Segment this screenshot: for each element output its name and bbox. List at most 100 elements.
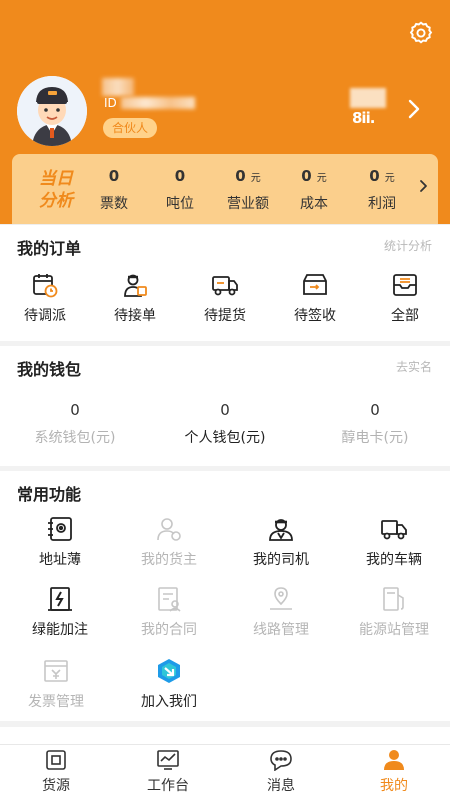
stat-tonnage: 0 吨位 [150,166,210,213]
stat-cost: 0 元 成本 [284,166,344,213]
invoice-icon [44,660,68,682]
role-badge: 合伙人 [103,118,158,138]
fn-invoice-management[interactable]: 发票管理 [0,657,112,711]
stat-unit: 元 [384,173,395,184]
message-icon [270,750,292,771]
order-pending-pickup[interactable]: 待提货 [185,271,265,325]
fn-join-us[interactable]: 加入我们 [113,657,225,711]
inbox-icon [393,274,417,296]
fn-label: 我的货主 [141,552,197,568]
stat-label: 营业额 [227,196,269,212]
fn-green-energy[interactable]: 绿能加注 [4,585,116,639]
profile-header: ID 合伙人 8ii. 当日分析 0 票数 0 吨位 0 元 营业额 0 元 成… [0,0,450,232]
user-name-redacted [102,78,134,96]
order-label: 待提货 [204,308,246,324]
stat-profit: 0 元 利润 [352,166,412,213]
driver-icon [269,519,293,541]
personal-wallet[interactable]: 0 个人钱包(元) [150,401,300,447]
tab-messages[interactable]: 消息 [225,749,337,795]
fn-label: 地址薄 [39,552,81,568]
stat-value: 0 [369,167,380,185]
wallet-value: 0 [220,401,230,419]
green-energy-icon [48,587,72,611]
fn-label: 绿能加注 [32,622,88,638]
orders-title: 我的订单 [17,239,82,258]
user-id-redacted [120,97,195,109]
order-pending-accept[interactable]: 待接单 [95,271,175,325]
order-all[interactable]: 全部 [365,271,445,325]
stat-value: 0 [108,167,120,185]
stat-value: 0 [235,167,246,185]
my-wallet-card: 我的钱包 去实名 0 系统钱包(元) 0 个人钱包(元) 0 醇电卡(元) [0,346,450,466]
stat-label: 吨位 [166,196,194,212]
route-icon [270,587,292,610]
tab-workbench[interactable]: 工作台 [112,749,224,795]
fn-label: 我的合同 [141,622,197,638]
stat-revenue: 0 元 营业额 [218,166,278,213]
order-pending-dispatch[interactable]: 待调派 [5,271,85,325]
daily-stats-title: 当日分析 [39,169,73,211]
functions-title: 常用功能 [17,485,82,504]
fn-label: 加入我们 [141,694,197,710]
qr-code-redacted[interactable]: 8ii. [350,88,388,127]
wallet-label: 个人钱包(元) [184,430,266,446]
user-id: ID [104,96,195,110]
order-label: 待调派 [24,308,66,324]
chevron-right-icon[interactable] [418,178,428,194]
fn-label: 发票管理 [28,694,84,710]
vehicle-icon [381,520,407,540]
tab-label: 工作台 [147,778,189,794]
order-label: 待接单 [114,308,156,324]
qr-fragment-text: 8ii. [352,109,375,127]
tab-label: 货源 [42,778,70,794]
stat-label: 成本 [300,196,328,212]
order-label: 全部 [391,308,419,324]
fn-label: 我的司机 [253,552,309,568]
stat-tickets: 0 票数 [84,166,144,213]
wallet-label: 醇电卡(元) [341,430,409,446]
wallet-label: 系统钱包(元) [34,430,116,446]
calendar-clock-icon [33,274,58,298]
contract-icon [158,587,181,612]
join-us-icon [158,659,180,683]
energy-station-icon [383,587,404,611]
chevron-right-icon[interactable] [406,98,422,120]
fn-my-vehicle[interactable]: 我的车辆 [338,515,450,569]
fn-energy-station[interactable]: 能源站管理 [338,585,450,639]
user-id-prefix: ID [104,96,117,110]
fn-my-driver[interactable]: 我的司机 [225,515,337,569]
order-pending-sign[interactable]: 待签收 [275,271,355,325]
stat-value: 0 [301,167,312,185]
shipper-icon [157,518,181,541]
tab-label: 消息 [267,778,295,794]
stat-label: 票数 [100,196,128,212]
fn-my-shipper[interactable]: 我的货主 [113,515,225,569]
profile-page: ID 合伙人 8ii. 当日分析 0 票数 0 吨位 0 元 营业额 0 元 成… [0,0,450,800]
fn-label: 能源站管理 [359,622,429,638]
cargo-source-icon [46,750,66,770]
energy-card-wallet[interactable]: 0 醇电卡(元) [300,401,450,447]
tab-label: 我的 [380,778,408,794]
stat-label: 利润 [368,196,396,212]
order-label: 待签收 [294,308,336,324]
tab-mine[interactable]: 我的 [338,749,450,795]
common-functions-card: 常用功能 地址薄 我的货主 我的司机 我的车辆 绿能加注 我的合同 线路管理 能… [0,471,450,721]
tab-cargo-source[interactable]: 货源 [0,749,112,795]
bottom-tab-bar: 货源 工作台 消息 我的 [0,744,450,800]
system-wallet[interactable]: 0 系统钱包(元) [0,401,150,447]
verify-identity-link[interactable]: 去实名 [396,358,432,375]
fn-address-book[interactable]: 地址薄 [4,515,116,569]
avatar[interactable] [17,76,87,146]
wallet-title: 我的钱包 [17,360,82,379]
wallet-value: 0 [370,401,380,419]
fn-route-management[interactable]: 线路管理 [225,585,337,639]
my-orders-card: 我的订单 统计分析 待调派 待接单 待提货 待签收 全部 [0,224,450,341]
statistics-link[interactable]: 统计分析 [384,237,432,254]
box-sign-icon [303,274,327,295]
truck-icon [212,276,238,296]
daily-stats-card[interactable]: 当日分析 0 票数 0 吨位 0 元 营业额 0 元 成本 0 元 利润 [12,154,438,224]
wallet-value: 0 [70,401,80,419]
fn-my-contract[interactable]: 我的合同 [113,585,225,639]
stat-unit: 元 [250,173,261,184]
gear-icon[interactable] [408,20,434,46]
